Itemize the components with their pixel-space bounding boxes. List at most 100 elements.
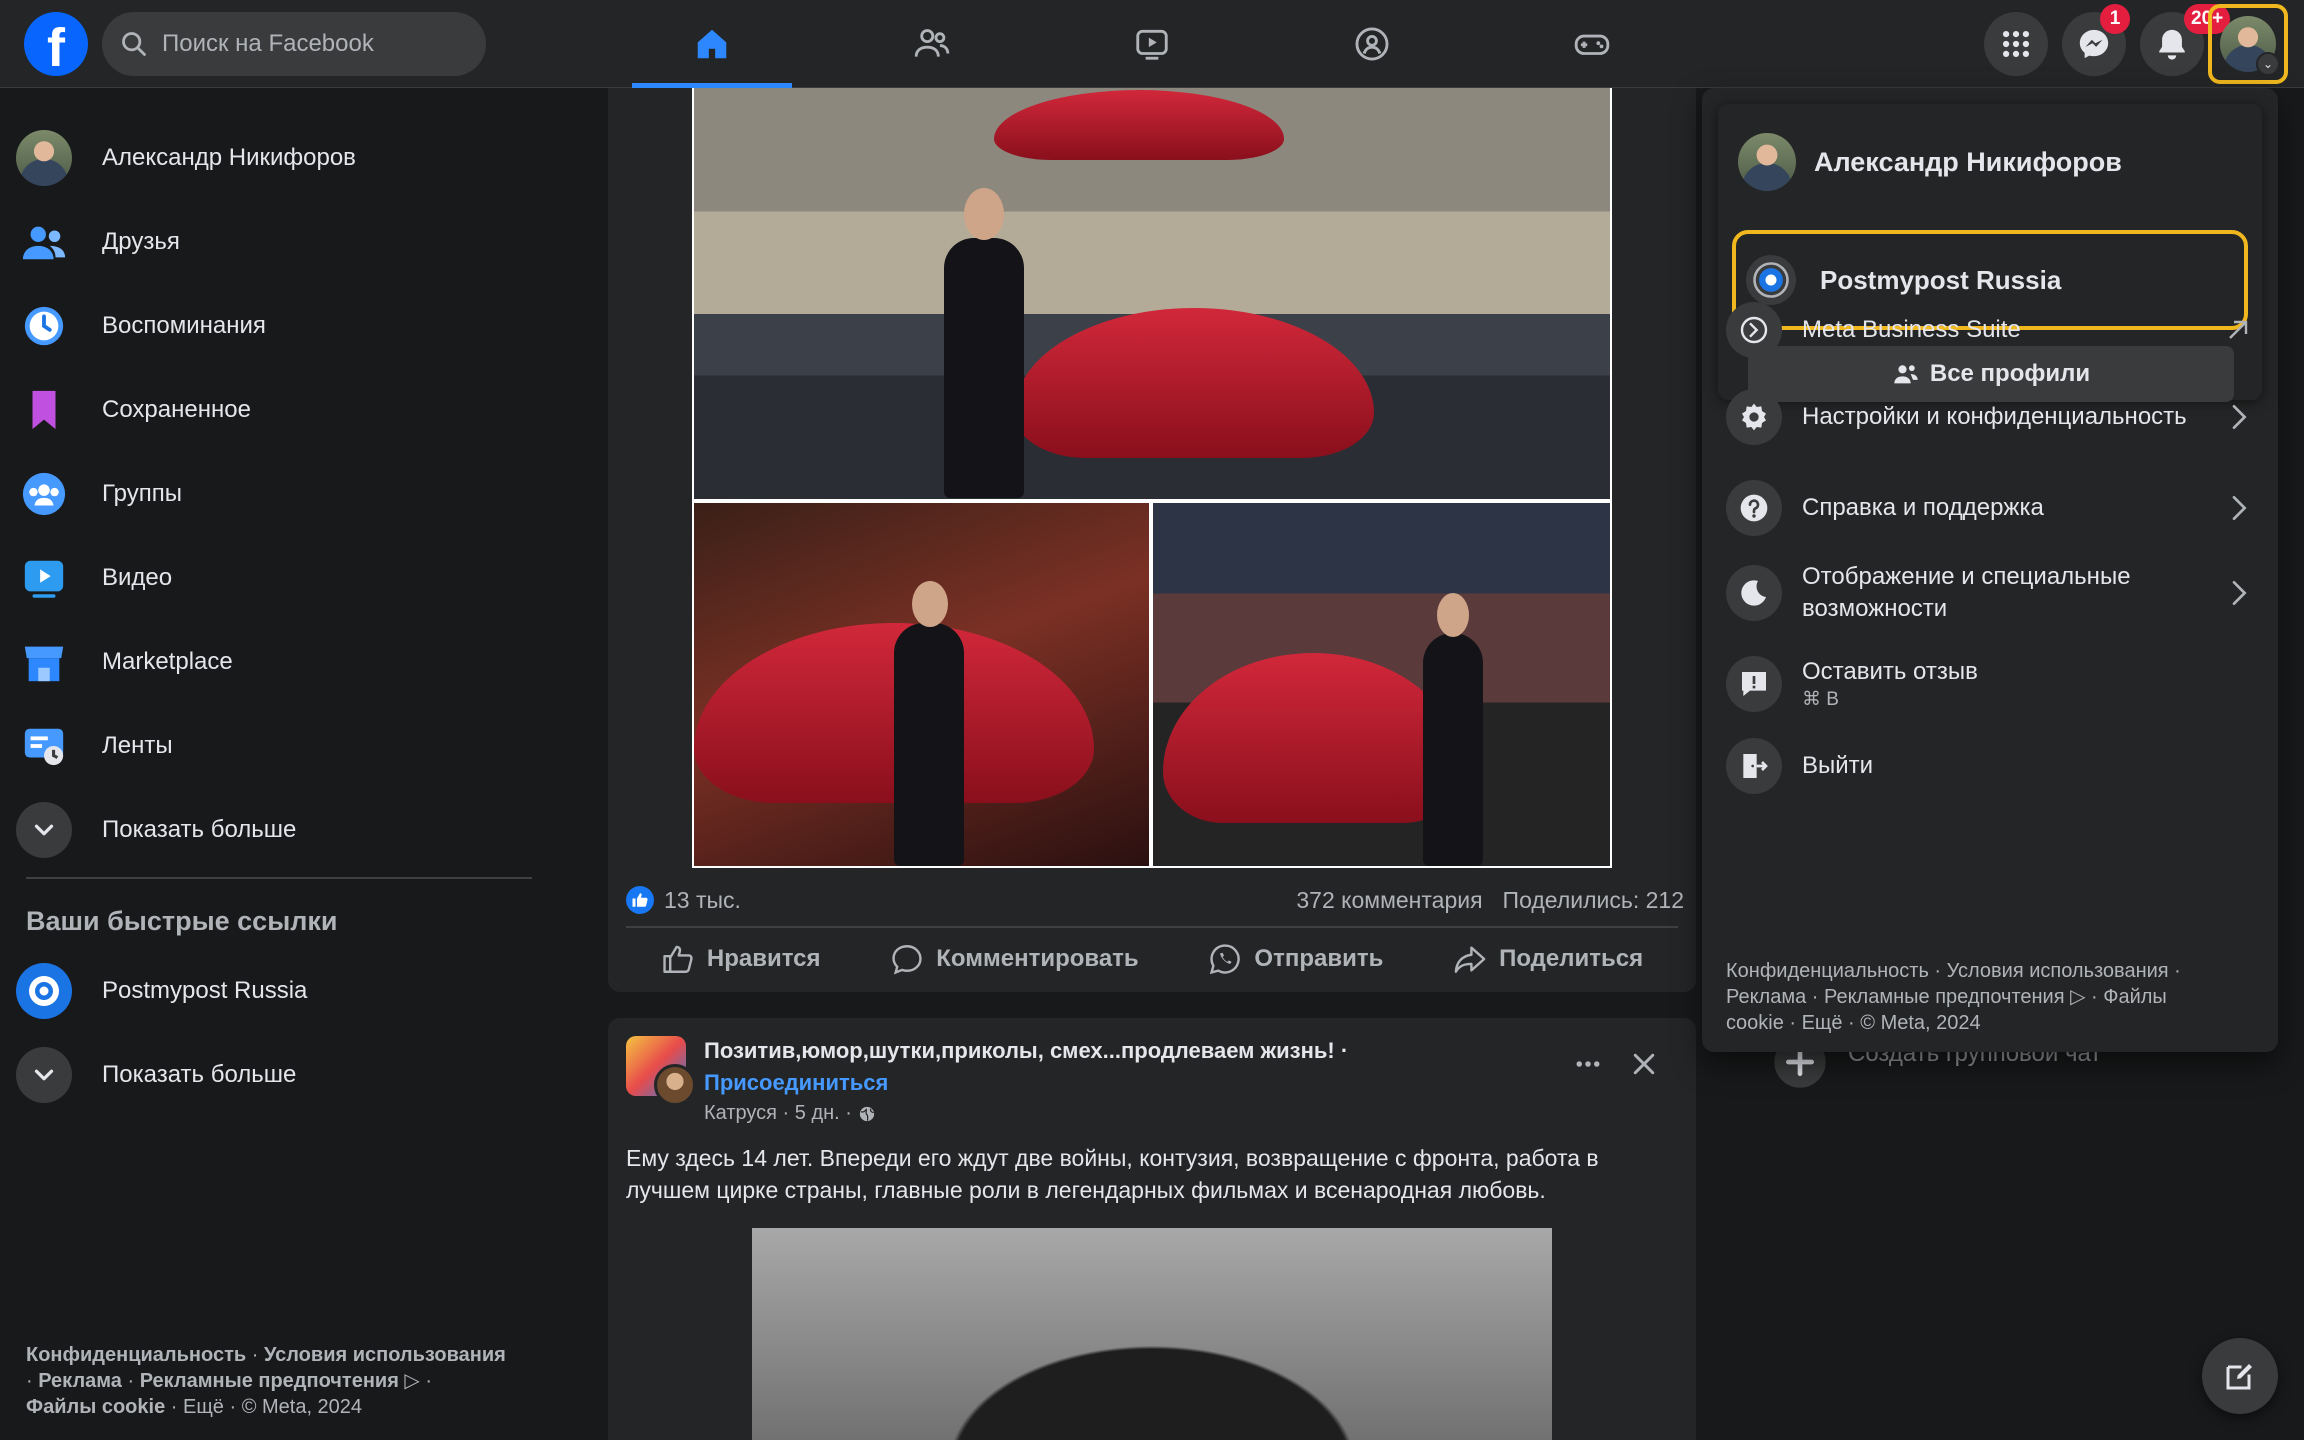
- tab-gaming[interactable]: [1512, 0, 1672, 88]
- comments-count[interactable]: 372 комментария: [1296, 887, 1482, 914]
- tab-home[interactable]: [632, 0, 792, 88]
- video-icon: [1136, 29, 1168, 60]
- post-photo[interactable]: [752, 1228, 1552, 1440]
- menu-item-settings[interactable]: Настройки и конфиденциальность: [1726, 372, 2254, 462]
- tab-video[interactable]: [1072, 0, 1232, 88]
- send-button[interactable]: Отправить: [1208, 942, 1383, 976]
- footer-ads-link[interactable]: Реклама: [38, 1370, 122, 1392]
- sidebar-item-label: Ленты: [102, 732, 173, 759]
- thumbs-up-icon: [663, 945, 693, 973]
- post-photo[interactable]: [694, 88, 1610, 499]
- chevron-right-icon: [2232, 405, 2247, 429]
- footer-privacy-link[interactable]: Конфиденциальность: [26, 1344, 246, 1366]
- account-menu-button[interactable]: ⌄: [2208, 4, 2288, 84]
- avatar: [16, 130, 72, 186]
- menu-item-feedback[interactable]: Оставить отзыв ⌘ B: [1726, 644, 2254, 724]
- share-arrow-icon: [1454, 946, 1486, 973]
- post-actions: Нравится Комментировать Отправить Подели…: [626, 930, 1678, 988]
- menu-item-label: Оставить отзыв: [1802, 658, 1978, 685]
- menu-item-help[interactable]: Справка и поддержка: [1726, 470, 2254, 546]
- comment-button[interactable]: Комментировать: [890, 942, 1139, 976]
- post-options-button[interactable]: [1568, 1044, 1608, 1084]
- messenger-badge: 1: [2100, 4, 2130, 34]
- memories-clock-icon: [16, 298, 72, 354]
- menu-item-display[interactable]: Отображение и специальные возможности: [1726, 548, 2254, 638]
- sidebar-item-video[interactable]: Видео: [16, 540, 536, 616]
- sidebar-item-groups[interactable]: Группы: [16, 456, 536, 532]
- footer-adchoices-link[interactable]: Рекламные предпочтения: [140, 1370, 399, 1392]
- gear-icon: [1726, 389, 1782, 445]
- avatar: [1738, 133, 1796, 191]
- menu-item-meta-business-suite[interactable]: Meta Business Suite: [1726, 302, 2254, 358]
- messenger-button[interactable]: 1: [2062, 4, 2130, 76]
- feeds-icon: [16, 718, 72, 774]
- footer-terms-link[interactable]: Условия использования: [264, 1344, 506, 1366]
- person: [1423, 633, 1483, 866]
- author-and-time[interactable]: Катруся · 5 дн. ·: [704, 1102, 852, 1125]
- page-name: Postmypost Russia: [1820, 264, 2062, 295]
- menu-footer-line[interactable]: Конфиденциальность · Условия использован…: [1726, 958, 2262, 984]
- person: [894, 623, 964, 866]
- sidebar-item-saved[interactable]: Сохраненное: [16, 372, 536, 448]
- sidebar-item-memories[interactable]: Воспоминания: [16, 288, 536, 364]
- share-button[interactable]: Поделиться: [1453, 942, 1643, 976]
- group-avatar[interactable]: [626, 1036, 696, 1106]
- like-button[interactable]: Нравится: [661, 942, 821, 976]
- shortcut-hint: ⌘ B: [1802, 689, 1839, 710]
- sidebar-show-more[interactable]: Показать больше: [16, 792, 536, 868]
- sidebar-item-label: Показать больше: [102, 816, 297, 843]
- tab-groups[interactable]: [1292, 0, 1452, 88]
- close-icon: [1633, 1053, 1655, 1075]
- sidebar-item-friends[interactable]: Друзья: [16, 204, 536, 280]
- group-name-link[interactable]: Позитив,юмор,шутки,приколы, смех...продл…: [704, 1038, 1348, 1064]
- messenger-icon: [2079, 29, 2109, 59]
- sidebar-item-feeds[interactable]: Ленты: [16, 708, 536, 784]
- shares-count[interactable]: Поделились: 212: [1503, 887, 1684, 914]
- likes-count[interactable]: 13 тыс.: [664, 887, 741, 914]
- notifications-button[interactable]: 20+: [2140, 4, 2231, 76]
- person-head: [964, 188, 1004, 240]
- groups-icon: [16, 466, 72, 522]
- new-message-button[interactable]: [2202, 1338, 2278, 1414]
- sidebar-item-label: Marketplace: [102, 648, 233, 675]
- menu-item-label: Выйти: [1802, 752, 1874, 779]
- person-head: [912, 581, 948, 627]
- sidebar-item-label: Показать больше: [102, 1061, 297, 1088]
- sidebar-item-label: Друзья: [102, 228, 180, 255]
- shortcut-postmypost[interactable]: Postmypost Russia: [16, 953, 536, 1029]
- search-box[interactable]: [102, 12, 486, 76]
- menu-footer-line[interactable]: Реклама · Рекламные предпочтения ▷ · Фай…: [1726, 984, 2262, 1010]
- footer-more-link[interactable]: Ещё: [183, 1396, 224, 1418]
- footer-cookies-link[interactable]: Файлы cookie: [26, 1396, 165, 1418]
- top-navigation-bar: f 1 20+ ⌄: [0, 0, 2304, 88]
- news-feed: 13 тыс. 372 комментария Поделились: 212 …: [608, 88, 1696, 1440]
- post-photo-gallery[interactable]: [692, 88, 1612, 868]
- profile-switch-row[interactable]: Александр Никифоров: [1732, 118, 2248, 206]
- gamepad-icon: [1574, 34, 1610, 55]
- grid-menu-icon: [2002, 30, 2030, 58]
- send-label: Отправить: [1254, 945, 1384, 972]
- menu-item-logout[interactable]: Выйти: [1726, 728, 2254, 804]
- left-sidebar: Александр Никифоров Друзья Воспоминания …: [0, 88, 560, 1440]
- join-group-link[interactable]: Присоединиться: [704, 1070, 888, 1096]
- sidebar-item-marketplace[interactable]: Marketplace: [16, 624, 536, 700]
- person-head: [1437, 593, 1469, 637]
- post-photo[interactable]: [694, 503, 1149, 866]
- menu-grid-button[interactable]: [1984, 12, 2048, 76]
- avatar: [654, 1064, 696, 1106]
- menu-footer-line[interactable]: cookie · Ещё · © Meta, 2024: [1726, 1010, 2262, 1036]
- more-dots-icon: [1576, 1061, 1600, 1067]
- sidebar-item-label: Группы: [102, 480, 182, 507]
- hide-post-button[interactable]: [1624, 1044, 1664, 1084]
- left-footer: Конфиденциальность · Условия использован…: [26, 1344, 506, 1418]
- tab-friends[interactable]: [852, 0, 1012, 88]
- sidebar-item-profile[interactable]: Александр Никифоров: [16, 120, 536, 196]
- postmypost-logo-icon: [1746, 255, 1796, 305]
- menu-footer: Конфиденциальность · Условия использован…: [1726, 958, 2262, 1036]
- search-input[interactable]: [162, 30, 462, 58]
- facebook-logo-icon[interactable]: f: [24, 12, 88, 78]
- sidebar-item-label: Видео: [102, 564, 173, 591]
- moon-icon: [1726, 565, 1782, 621]
- post-photo[interactable]: [1153, 503, 1610, 866]
- shortcuts-show-more[interactable]: Показать больше: [16, 1037, 536, 1113]
